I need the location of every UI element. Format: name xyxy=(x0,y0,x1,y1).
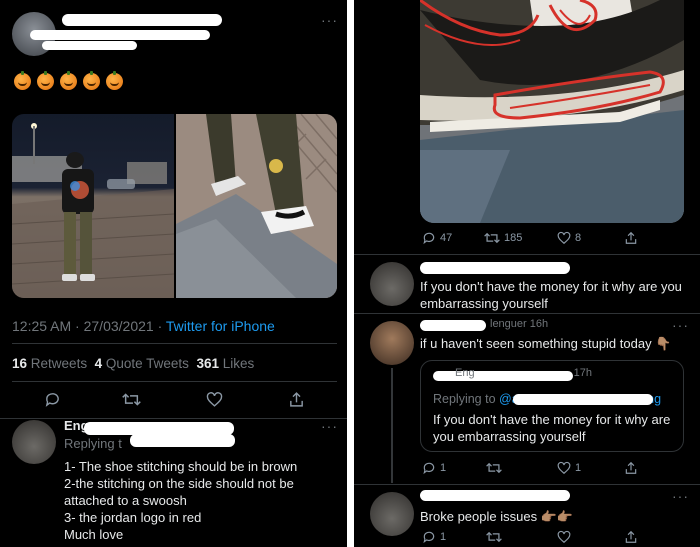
retweet-icon xyxy=(122,393,141,406)
reply2-author-avatar[interactable] xyxy=(370,321,414,365)
redacted-author-handle-2 xyxy=(42,41,137,50)
reply2-name-partial: lenguer xyxy=(490,318,527,330)
reply-author-avatar[interactable] xyxy=(12,420,56,464)
tweet-time: 12:25 AM xyxy=(12,318,72,334)
share-icon xyxy=(625,461,637,474)
like-count: 8 xyxy=(575,232,582,244)
shoe-photo[interactable] xyxy=(420,0,684,223)
reply-count: 1 xyxy=(440,531,447,543)
redacted-reply3-author xyxy=(420,490,570,501)
share-button[interactable] xyxy=(624,530,638,544)
reply2-time: 16h xyxy=(529,318,549,330)
retweet-button[interactable]: 185 xyxy=(484,231,522,245)
divider xyxy=(354,254,700,255)
pumpkin-emoji xyxy=(60,71,77,90)
reply-text: 1- The shoe stitching should be in brown… xyxy=(64,459,298,542)
pumpkin-emoji xyxy=(37,71,54,90)
retweets-label[interactable]: Retweets xyxy=(31,356,87,371)
quote-name-partial: Eng xyxy=(455,367,475,379)
quote-tweets-label[interactable]: Quote Tweets xyxy=(106,356,189,371)
reply-icon xyxy=(45,393,59,407)
reply-count: 47 xyxy=(440,232,453,244)
right-screenshot-panel: 47 185 8 If you don't have the money for… xyxy=(354,0,700,547)
tweet-photo-2[interactable] xyxy=(176,114,337,298)
quote-author-meta: Eng 17h xyxy=(435,367,592,379)
pumpkin-emoji xyxy=(83,71,100,90)
redacted-author-handle xyxy=(30,30,210,40)
reply-button[interactable]: 1 xyxy=(422,530,446,544)
tweet-timestamp: 12:25 AM · 27/03/2021 · Twitter for iPho… xyxy=(12,318,275,334)
quoted-tweet[interactable]: Eng 17h Replying to @a eng If you don't … xyxy=(420,360,684,452)
more-options-icon[interactable]: ··· xyxy=(672,317,689,333)
redacted-replying-handle xyxy=(130,434,235,447)
replying-to: Replying t xyxy=(64,436,122,451)
redacted-quote-handle xyxy=(513,394,653,405)
more-options-icon[interactable]: ··· xyxy=(672,488,689,504)
divider xyxy=(0,418,347,419)
likes-count[interactable]: 361 xyxy=(196,356,219,371)
divider xyxy=(12,343,337,344)
retweet-icon xyxy=(486,462,502,474)
like-button[interactable]: 8 xyxy=(557,231,581,245)
reply-icon xyxy=(423,462,435,475)
likes-label[interactable]: Likes xyxy=(223,356,255,371)
reply-button[interactable]: 1 xyxy=(422,461,446,475)
heart-icon xyxy=(557,530,571,544)
share-icon xyxy=(290,392,303,407)
quote-replying-label: Replying to xyxy=(433,392,496,406)
tweet-stats: 16 Retweets 4 Quote Tweets 361 Likes xyxy=(12,356,254,371)
replying-to-label: Replying t xyxy=(64,436,122,451)
reply-count: 1 xyxy=(440,462,447,474)
divider xyxy=(354,313,700,314)
reply-icon xyxy=(423,232,435,245)
tweet-date: 27/03/2021 xyxy=(83,318,154,334)
quote-time: 17h xyxy=(573,367,592,379)
pumpkin-emoji xyxy=(106,71,123,90)
share-button[interactable] xyxy=(624,461,638,475)
more-options-icon[interactable]: ··· xyxy=(321,418,338,434)
reply3-text: Broke people issues 👉🏽👉🏽 xyxy=(420,509,574,524)
reply3-author-avatar[interactable] xyxy=(370,492,414,536)
left-screenshot-panel: ··· 12:25 AM · 27/03/2021 · Twitter for … xyxy=(0,0,347,547)
retweet-count: 185 xyxy=(504,232,523,244)
share-button[interactable] xyxy=(624,231,638,245)
retweets-count[interactable]: 16 xyxy=(12,356,27,371)
retweet-icon xyxy=(486,531,502,543)
share-icon xyxy=(625,530,637,543)
reply1-author-avatar[interactable] xyxy=(370,262,414,306)
reply-button[interactable] xyxy=(44,391,61,408)
redacted-reply2-author xyxy=(420,320,486,331)
tweet-source-link[interactable]: Twitter for iPhone xyxy=(166,318,275,334)
like-button[interactable] xyxy=(557,530,571,544)
reply-button[interactable]: 47 xyxy=(422,231,452,245)
tweet-emoji-row xyxy=(14,71,129,90)
more-options-icon[interactable]: ··· xyxy=(321,12,338,28)
retweet-button[interactable] xyxy=(486,461,502,475)
timestamp-separator: · xyxy=(75,318,80,334)
share-button[interactable] xyxy=(288,391,305,408)
reply-icon xyxy=(423,531,435,544)
heart-icon xyxy=(206,392,223,407)
redacted-author-name xyxy=(62,14,222,26)
share-icon xyxy=(625,231,637,244)
like-count: 1 xyxy=(575,462,582,474)
retweet-button[interactable] xyxy=(122,391,141,408)
like-button[interactable]: 1 xyxy=(557,461,581,475)
thread-line xyxy=(391,368,393,483)
pumpkin-emoji xyxy=(14,71,31,90)
quote-tweets-count[interactable]: 4 xyxy=(95,356,103,371)
timestamp-separator: · xyxy=(157,318,163,334)
retweet-button[interactable] xyxy=(486,530,502,544)
reply2-text: if u haven't seen something stupid today… xyxy=(420,336,672,351)
like-button[interactable] xyxy=(206,391,223,408)
reply1-text: If you don't have the money for it why a… xyxy=(420,279,682,311)
retweet-icon xyxy=(484,232,500,244)
divider xyxy=(354,484,700,485)
heart-icon xyxy=(557,231,571,245)
quote-text: If you don't have the money for it why a… xyxy=(433,412,671,444)
tweet-photo-1[interactable] xyxy=(12,114,174,298)
redacted-reply1-author xyxy=(420,262,570,274)
heart-icon xyxy=(557,461,571,475)
divider xyxy=(12,381,337,382)
